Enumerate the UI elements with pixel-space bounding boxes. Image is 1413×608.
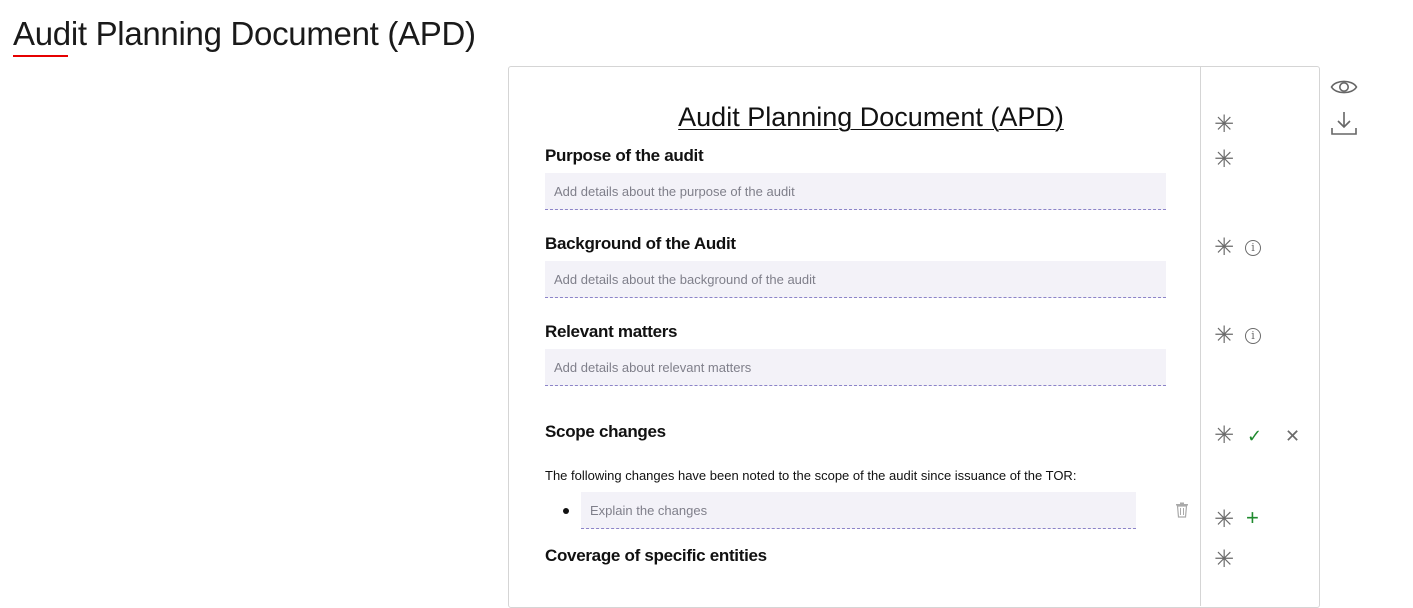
document-heading: Audit Planning Document (APD) (678, 102, 1064, 132)
section-label-relevant-matters: Relevant matters (545, 322, 678, 341)
section-label-background: Background of the Audit (545, 234, 736, 253)
info-icon[interactable]: i (1245, 328, 1261, 344)
page-title: Audit Planning Document (APD) (13, 15, 476, 52)
asterisk-icon[interactable]: ✳︎ (1214, 508, 1234, 532)
section-label-coverage: Coverage of specific entities (545, 546, 767, 565)
eye-icon[interactable] (1330, 76, 1358, 103)
info-icon[interactable]: i (1245, 240, 1261, 256)
relevant-matters-placeholder: Add details about relevant matters (554, 359, 752, 375)
asterisk-icon[interactable]: ✳︎ (1214, 548, 1234, 572)
scope-changes-description: The following changes have been noted to… (545, 468, 1077, 483)
trash-icon[interactable] (1175, 502, 1189, 523)
close-icon[interactable]: ✕ (1285, 426, 1300, 446)
asterisk-icon[interactable]: ✳︎ (1214, 424, 1234, 448)
purpose-field[interactable]: Add details about the purpose of the aud… (545, 173, 1166, 210)
plus-icon[interactable]: + (1246, 507, 1259, 529)
asterisk-icon[interactable]: ✳︎ (1214, 236, 1234, 260)
asterisk-icon[interactable]: ✳︎ (1214, 148, 1234, 172)
purpose-placeholder: Add details about the purpose of the aud… (554, 183, 795, 199)
relevant-matters-field[interactable]: Add details about relevant matters (545, 349, 1166, 386)
background-field[interactable]: Add details about the background of the … (545, 261, 1166, 298)
title-accent-underline (13, 55, 68, 57)
section-label-purpose: Purpose of the audit (545, 146, 704, 165)
check-icon[interactable]: ✓ (1247, 426, 1262, 446)
asterisk-icon[interactable]: ✳︎ (1214, 324, 1234, 348)
section-label-scope-changes: Scope changes (545, 422, 666, 441)
download-icon[interactable] (1330, 110, 1358, 143)
scope-change-bullet-field[interactable]: Explain the changes (581, 492, 1136, 529)
background-placeholder: Add details about the background of the … (554, 271, 816, 287)
asterisk-icon[interactable]: ✳︎ (1214, 113, 1234, 137)
scope-change-placeholder: Explain the changes (590, 502, 708, 518)
gutter-divider (1200, 66, 1201, 606)
bullet-dot (563, 508, 569, 514)
